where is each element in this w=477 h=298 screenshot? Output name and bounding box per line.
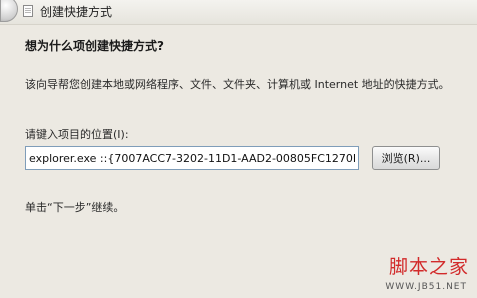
watermark-logo: 脚本之家 (388, 256, 469, 278)
title-bar: 创建快捷方式 (0, 0, 477, 25)
watermark-url: WWW.JB51.NET (385, 282, 467, 292)
next-hint-text: 单击“下一步”继续。 (25, 201, 125, 214)
page-heading: 想为什么项创建快捷方式? (25, 39, 164, 53)
location-input[interactable] (25, 146, 359, 170)
browse-button[interactable]: 浏览(R)... (372, 146, 440, 170)
shortcut-document-icon (23, 5, 33, 17)
back-arrow-icon[interactable] (0, 0, 18, 22)
dialog-title: 创建快捷方式 (40, 5, 113, 19)
location-label: 请键入项目的位置(I): (25, 128, 129, 141)
wizard-description: 该向导帮您创建本地或网络程序、文件、文件夹、计算机或 Internet 地址的快… (25, 78, 450, 91)
